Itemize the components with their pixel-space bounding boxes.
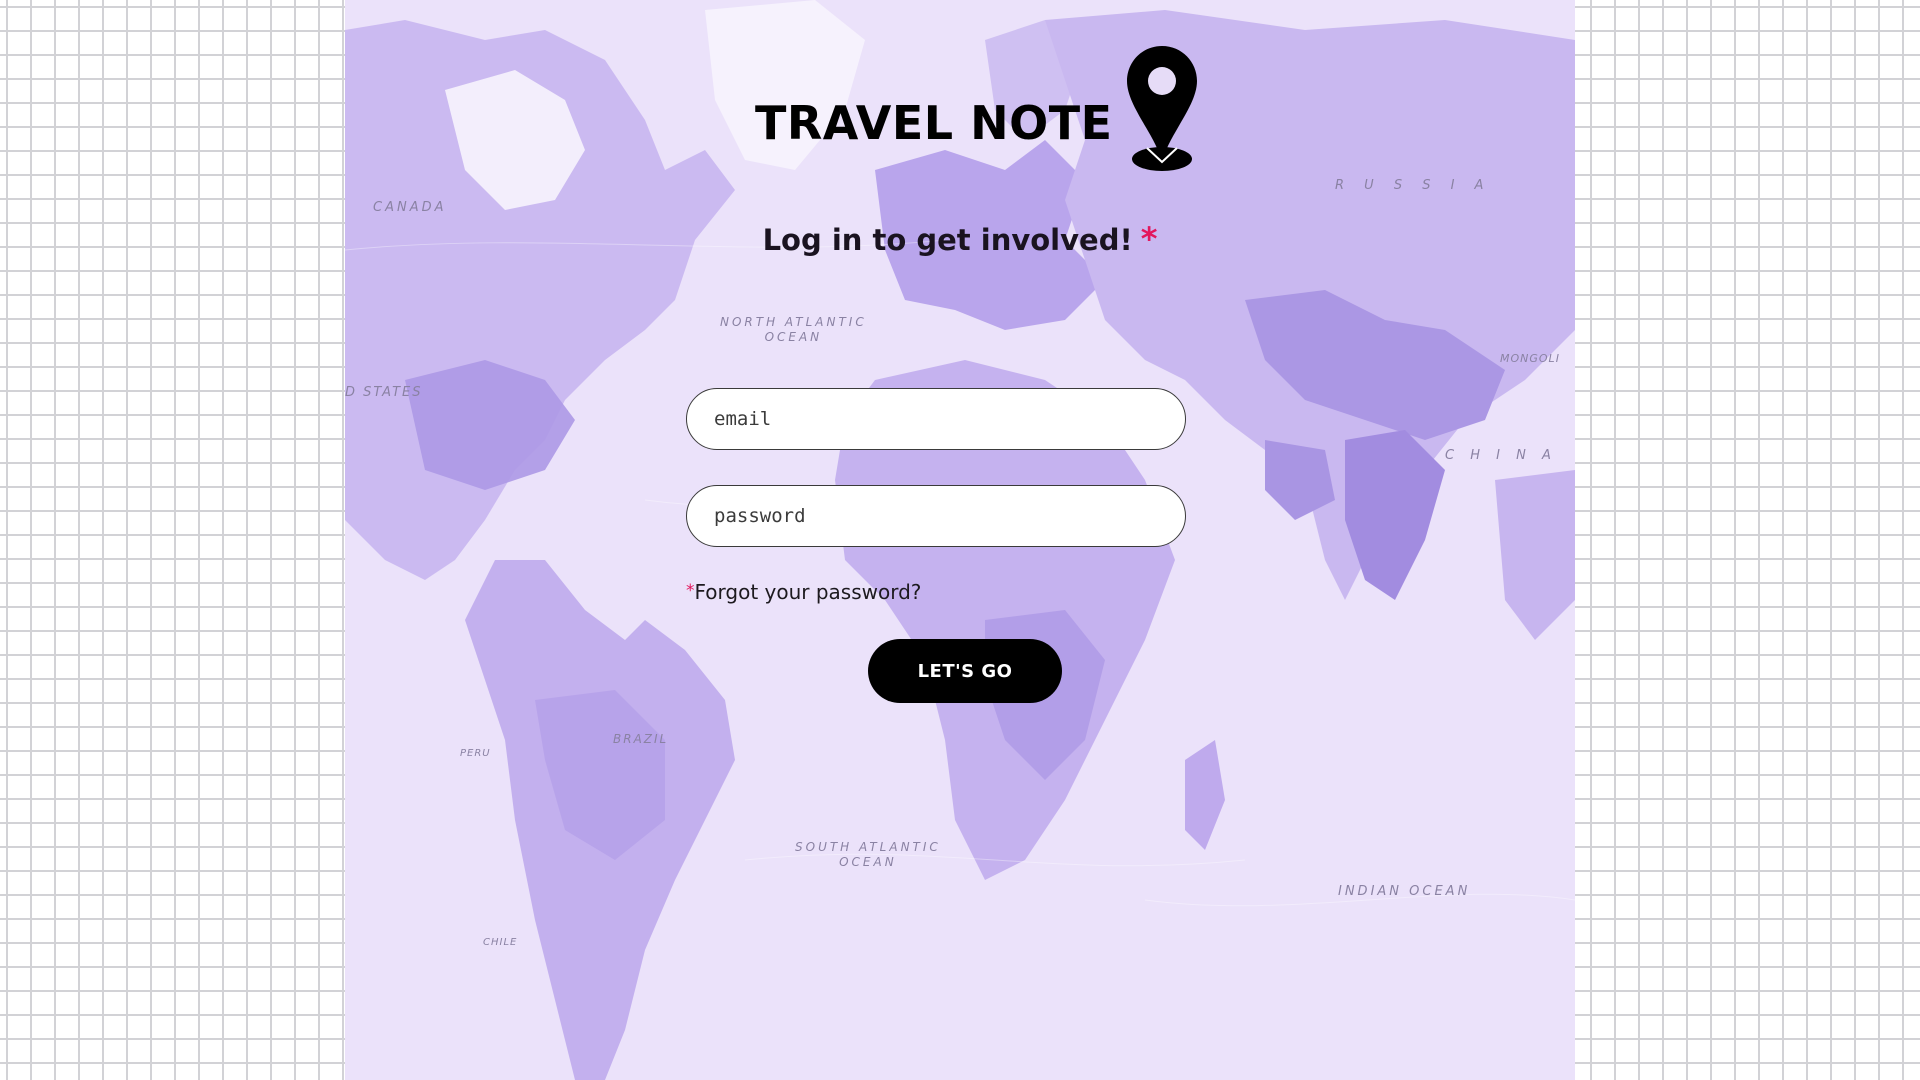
password-input[interactable] [712,504,1156,528]
map-label-canada: CANADA [373,200,447,215]
email-input[interactable] [712,407,1156,431]
map-label-indian-ocean: INDIAN OCEAN [1338,884,1471,899]
map-label-south-atlantic: SOUTH ATLANTIC OCEAN [795,840,941,869]
forgot-password-label: Forgot your password? [694,580,922,604]
password-field[interactable] [686,485,1186,547]
required-asterisk: * [1140,220,1158,258]
map-label-peru: PERU [460,748,491,759]
map-label-russia: R U S S I A [1335,178,1492,193]
map-pin-icon [1127,46,1197,171]
subtitle-text: Log in to get involved! [762,223,1133,257]
map-label-brazil: BRAZIL [613,732,669,746]
login-subtitle: Log in to get involved! * [0,220,1920,258]
map-label-north-atlantic: NORTH ATLANTIC OCEAN [720,315,867,344]
forgot-asterisk: * [686,581,695,601]
map-label-china: C H I N A [1445,448,1557,463]
email-field[interactable] [686,388,1186,450]
submit-button[interactable]: LET'S GO [868,639,1062,703]
map-label-united-states: D STATES [345,385,423,400]
map-label-mongolia: MONGOLI [1500,352,1560,365]
app-title: TRAVEL NOTE [755,96,1113,150]
map-label-chile: CHILE [483,937,518,948]
forgot-password-link[interactable]: *Forgot your password? [686,580,921,604]
